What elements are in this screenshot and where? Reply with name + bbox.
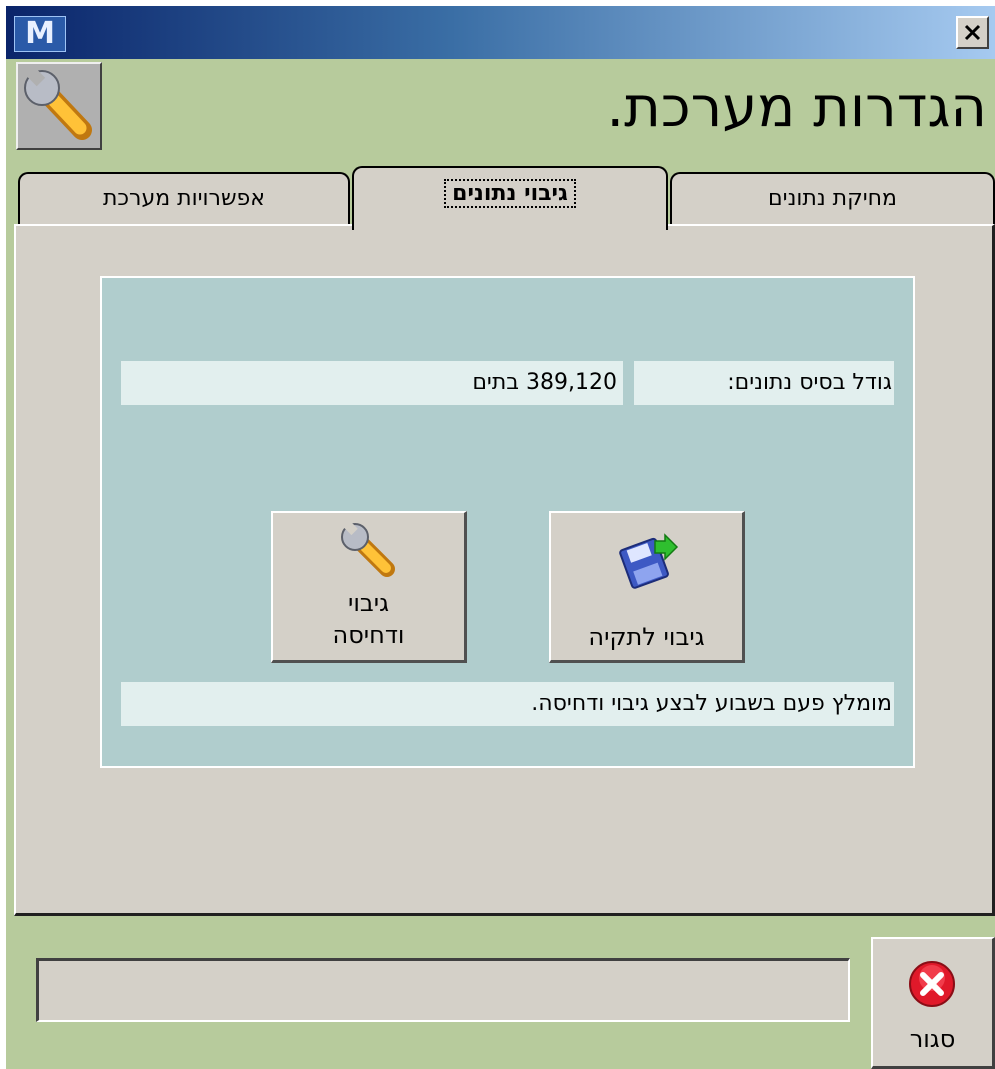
status-bar (36, 958, 850, 1022)
tab-data-backup[interactable]: גיבוי נתונים (352, 166, 668, 230)
tab-label: מחיקת נתונים (768, 186, 897, 211)
tab-data-deletion[interactable]: מחיקת נתונים (670, 172, 995, 224)
db-size-label: גודל בסיס נתונים: (634, 361, 894, 405)
settings-header-icon-tile (16, 62, 102, 150)
settings-window: M הגדרות מערכת. אפשרויות מערכת גיבוי נתו… (6, 6, 995, 1069)
wrench-icon (341, 520, 395, 577)
window-close-button[interactable] (956, 16, 989, 49)
backup-compress-label-line1: גיבוי (347, 589, 390, 617)
close-button[interactable]: סגור (871, 937, 995, 1069)
backup-section: גודל בסיס נתונים: 389,120 בתים גיבוי ודח… (100, 276, 915, 768)
close-button-label: סגור (909, 1025, 956, 1053)
tab-system-options[interactable]: אפשרויות מערכת (18, 172, 350, 224)
backup-recommendation: מומלץ פעם בשבוע לבצע גיבוי ודחיסה. (121, 682, 894, 726)
db-size-value: 389,120 בתים (121, 361, 623, 405)
floppy-disk-icon (619, 533, 679, 589)
backup-to-folder-label: גיבוי לתקיה (588, 623, 705, 651)
wrench-icon (24, 67, 92, 140)
tab-label: גיבוי נתונים (444, 179, 576, 208)
cancel-icon (909, 961, 955, 1007)
close-icon (964, 24, 981, 41)
title-bar[interactable]: M (6, 6, 995, 59)
backup-compress-button[interactable]: גיבוי ודחיסה (271, 511, 467, 663)
tab-label: אפשרויות מערכת (102, 186, 266, 211)
backup-compress-label-line2: ודחיסה (332, 621, 405, 649)
app-logo-icon: M (14, 16, 66, 52)
backup-to-folder-button[interactable]: גיבוי לתקיה (549, 511, 745, 663)
page-title: הגדרות מערכת. (606, 75, 987, 140)
